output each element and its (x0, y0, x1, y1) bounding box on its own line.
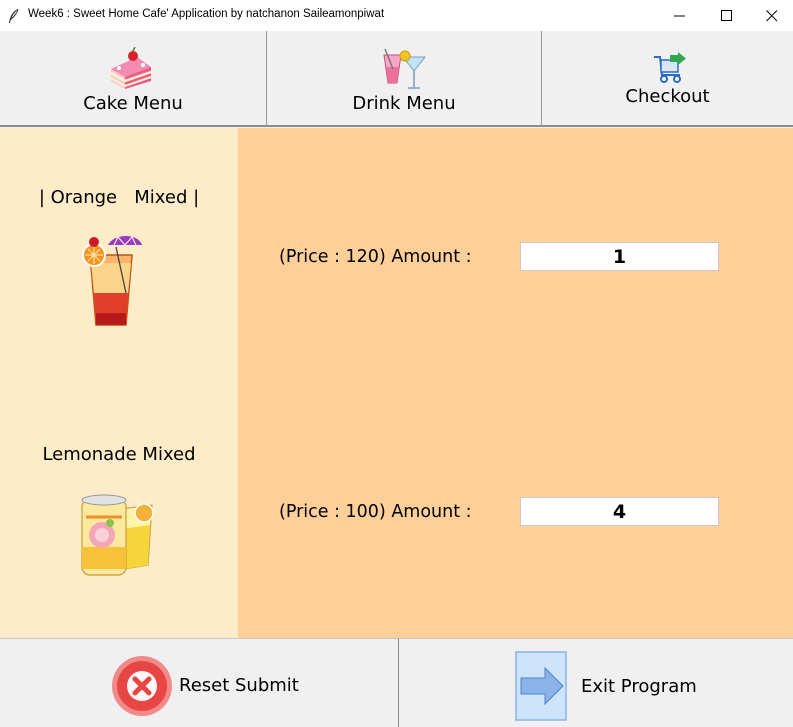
cake-menu-label: Cake Menu (83, 93, 183, 114)
drink-menu-button[interactable]: Drink Menu (267, 31, 542, 127)
cocktail-icon (383, 48, 427, 89)
item-name-orange-mixed: | Orange Mixed | (38, 187, 200, 208)
window-title: Week6 : Sweet Home Cafe' Application by … (28, 8, 385, 20)
cake-menu-button[interactable]: Cake Menu (0, 31, 267, 127)
exit-program-label: Exit Program (581, 676, 697, 697)
minimize-icon (674, 15, 685, 17)
checkout-button[interactable]: Checkout (542, 31, 793, 127)
exit-arrow-icon (515, 651, 567, 721)
reset-submit-label: Reset Submit (179, 675, 299, 696)
minimize-button[interactable] (657, 0, 703, 31)
item-name-lemonade-mixed: Lemonade Mixed (42, 444, 196, 465)
reset-submit-button[interactable]: Reset Submit (0, 638, 399, 727)
price-label-lemonade-mixed: (Price : 100) Amount : (279, 502, 472, 522)
close-button[interactable] (749, 0, 793, 31)
maximize-button[interactable] (704, 0, 750, 31)
checkout-label: Checkout (625, 86, 710, 107)
price-label-orange-mixed: (Price : 120) Amount : (279, 247, 472, 267)
amount-panel (238, 128, 793, 638)
exit-program-button[interactable]: Exit Program (399, 638, 793, 727)
cake-icon (110, 47, 152, 89)
orange-drink-icon (82, 236, 142, 326)
reset-x-icon (112, 656, 172, 716)
title-bar: Week6 : Sweet Home Cafe' Application by … (0, 0, 793, 32)
amount-input-orange-mixed[interactable] (520, 242, 719, 271)
close-icon (766, 10, 778, 22)
maximize-icon (721, 10, 732, 21)
feather-icon (9, 8, 19, 23)
drink-menu-label: Drink Menu (352, 93, 456, 114)
cart-icon (654, 52, 686, 83)
amount-input-lemonade-mixed[interactable] (520, 497, 719, 526)
lemonade-can-icon (81, 494, 154, 576)
